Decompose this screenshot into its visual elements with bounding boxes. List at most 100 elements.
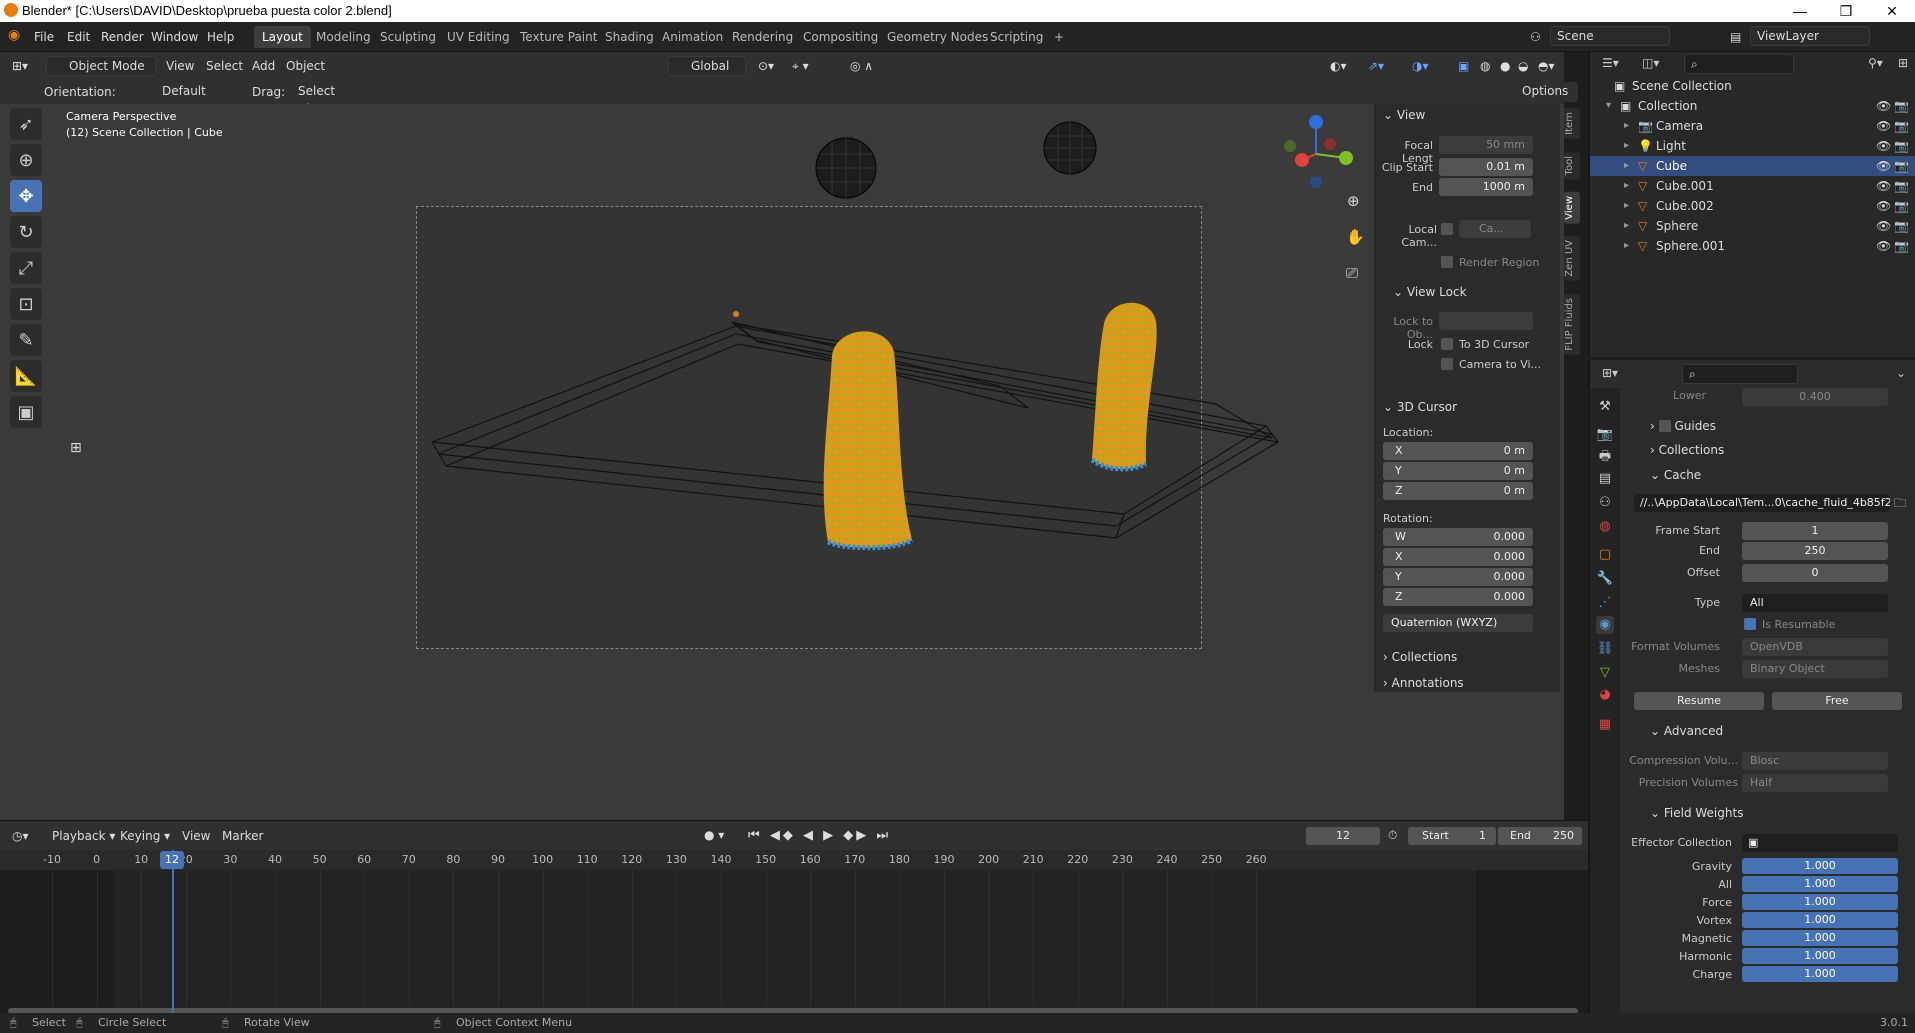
shading-solid-icon[interactable]: ● bbox=[1500, 59, 1510, 73]
cursor-rotation-y[interactable]: Y 0.000 bbox=[1383, 568, 1533, 586]
lock-3d-cursor-checkbox[interactable] bbox=[1441, 338, 1453, 350]
texture-tab-icon[interactable]: ▦ bbox=[1596, 716, 1614, 734]
minimize-button[interactable]: — bbox=[1777, 0, 1823, 22]
constraints-tab-icon[interactable]: ⛓ bbox=[1596, 640, 1614, 658]
outliner-item[interactable]: ▸ ▽ Cube.001 👁 📷 bbox=[1590, 176, 1915, 196]
cursor-rotation-w[interactable]: W 0.000 bbox=[1383, 528, 1533, 546]
guides-checkbox[interactable] bbox=[1658, 420, 1671, 432]
menu-timeline-view[interactable]: View bbox=[182, 829, 210, 843]
rotation-mode-selector[interactable]: Quaternion (WXYZ) bbox=[1383, 614, 1533, 632]
free-button[interactable]: Free bbox=[1772, 692, 1902, 710]
render-visibility-icon[interactable]: 📷 bbox=[1894, 176, 1909, 196]
view-layer-tab-icon[interactable]: ▤ bbox=[1596, 470, 1614, 488]
lower-field[interactable]: 0.400 bbox=[1742, 388, 1888, 406]
local-camera-field[interactable]: Ca... bbox=[1459, 220, 1531, 238]
tab-item[interactable]: Item bbox=[1564, 108, 1580, 139]
start-frame-field[interactable]: Start 1 bbox=[1408, 827, 1496, 845]
shading-rendered-icon[interactable]: ◓▾ bbox=[1538, 59, 1555, 73]
navigation-gizmo[interactable] bbox=[1284, 115, 1353, 188]
world-tab-icon[interactable]: ◍ bbox=[1596, 518, 1614, 536]
tab-view[interactable]: View bbox=[1564, 192, 1580, 224]
field-weight-slider[interactable]: 1.000 bbox=[1742, 930, 1898, 946]
render-visibility-icon[interactable]: 📷 bbox=[1894, 156, 1909, 176]
field-weight-slider[interactable]: 1.000 bbox=[1742, 912, 1898, 928]
offset-field[interactable]: 0 bbox=[1742, 564, 1888, 582]
frame-start-field[interactable]: 1 bbox=[1742, 522, 1888, 540]
pivot-point-icon[interactable]: ⊙▾ bbox=[758, 59, 774, 73]
close-window-button[interactable]: ✕ bbox=[1869, 0, 1915, 22]
tool-tab-icon[interactable]: ⚒ bbox=[1596, 398, 1614, 416]
expand-arrow-icon[interactable]: ▸ bbox=[1624, 116, 1629, 136]
mode-selector[interactable]: Object Mode bbox=[46, 56, 156, 76]
cursor-location-z[interactable]: Z 0 m bbox=[1383, 482, 1533, 500]
measure-tool-icon[interactable]: 📐 bbox=[10, 360, 42, 392]
render-visibility-icon[interactable]: 📷 bbox=[1894, 136, 1909, 156]
meshes-selector[interactable]: Binary Object bbox=[1742, 660, 1888, 678]
render-tab-icon[interactable]: 📷 bbox=[1596, 426, 1614, 444]
end-frame-field[interactable]: End 250 bbox=[1498, 827, 1582, 845]
render-visibility-icon[interactable]: 📷 bbox=[1894, 96, 1909, 116]
camera-to-view-checkbox[interactable] bbox=[1441, 358, 1453, 370]
collections-props-header[interactable]: › Collections bbox=[1650, 443, 1724, 457]
field-weight-slider[interactable]: 1.000 bbox=[1742, 966, 1898, 982]
view-lock-header[interactable]: ⌄ View Lock bbox=[1393, 285, 1467, 299]
snap-icon[interactable]: ⌖ ▾ bbox=[792, 59, 809, 74]
precision-selector[interactable]: Half bbox=[1742, 774, 1888, 792]
menu-view[interactable]: View bbox=[166, 59, 194, 73]
menu-window[interactable]: Window bbox=[151, 30, 198, 44]
scene-selector[interactable]: Scene bbox=[1550, 26, 1670, 46]
outliner-editor-icon[interactable]: ☰▾ bbox=[1602, 56, 1619, 70]
visibility-eye-icon[interactable]: 👁 bbox=[1876, 96, 1891, 116]
tab-modeling[interactable]: Modeling bbox=[308, 26, 379, 48]
cursor-location-y[interactable]: Y 0 m bbox=[1383, 462, 1533, 480]
outliner-item[interactable]: ▸ 💡 Light 👁 📷 bbox=[1590, 136, 1915, 156]
outliner-item[interactable]: ▸ ▽ Sphere 👁 📷 bbox=[1590, 216, 1915, 236]
tab-compositing[interactable]: Compositing bbox=[795, 26, 886, 48]
frame-end-field[interactable]: 250 bbox=[1742, 542, 1888, 560]
shading-wireframe-icon[interactable]: ◍ bbox=[1480, 59, 1490, 73]
options-button[interactable]: Options bbox=[1516, 82, 1578, 102]
compression-selector[interactable]: Blosc bbox=[1742, 752, 1888, 770]
menu-keying[interactable]: Keying ▾ bbox=[120, 829, 170, 843]
field-weights-section-header[interactable]: ⌄ Field Weights bbox=[1650, 806, 1743, 820]
3d-cursor-header[interactable]: ⌄ 3D Cursor bbox=[1383, 400, 1457, 414]
folder-icon[interactable]: 🗀 bbox=[1894, 494, 1906, 515]
field-weight-slider[interactable]: 1.000 bbox=[1742, 948, 1898, 964]
viewlayer-selector[interactable]: ViewLayer bbox=[1750, 26, 1870, 46]
outliner-item[interactable]: ▸ ▽ Cube.002 👁 📷 bbox=[1590, 196, 1915, 216]
collections-section-header[interactable]: › Collections bbox=[1383, 650, 1457, 664]
playhead-frame-badge[interactable]: 12 bbox=[160, 851, 184, 869]
annotations-section-header[interactable]: › Annotations bbox=[1383, 676, 1464, 690]
outliner-scene-collection[interactable]: ▣ Scene Collection bbox=[1590, 76, 1915, 96]
resume-button[interactable]: Resume bbox=[1634, 692, 1764, 710]
render-visibility-icon[interactable]: 📷 bbox=[1894, 116, 1909, 136]
timeline-area[interactable] bbox=[0, 870, 1588, 1014]
data-tab-icon[interactable]: ▽ bbox=[1596, 664, 1614, 682]
physics-tab-icon[interactable]: ◉ bbox=[1596, 616, 1614, 634]
expand-arrow-icon[interactable]: ▸ bbox=[1624, 156, 1629, 176]
menu-object[interactable]: Object bbox=[286, 59, 325, 73]
blender-menu-icon[interactable]: ◉ bbox=[8, 27, 20, 43]
tab-uv-editing[interactable]: UV Editing bbox=[439, 26, 518, 48]
clip-end-field[interactable]: 1000 m bbox=[1439, 178, 1533, 196]
select-tool-icon[interactable]: ➶ bbox=[10, 108, 42, 140]
menu-add[interactable]: Add bbox=[252, 59, 275, 73]
outliner-item[interactable]: ▸ 📷 Camera 👁 📷 bbox=[1590, 116, 1915, 136]
menu-playback[interactable]: Playback ▾ bbox=[52, 829, 115, 843]
playback-controls[interactable]: ⏮ ◀◆ ◀ ▶ ◆▶ ⏭ bbox=[748, 828, 891, 843]
local-camera-checkbox[interactable] bbox=[1441, 223, 1453, 235]
add-workspace-button[interactable]: + bbox=[1046, 26, 1072, 48]
tab-shading[interactable]: Shading bbox=[597, 26, 662, 48]
tab-flip-fluids[interactable]: FLIP Fluids bbox=[1564, 294, 1580, 355]
effector-collection-field[interactable]: ▣ bbox=[1742, 834, 1898, 852]
tab-sculpting[interactable]: Sculpting bbox=[372, 26, 444, 48]
pan-icon[interactable]: ✋ bbox=[1346, 228, 1365, 246]
field-weight-slider[interactable]: 1.000 bbox=[1742, 894, 1898, 910]
format-volumes-selector[interactable]: OpenVDB bbox=[1742, 638, 1888, 656]
xray-icon[interactable]: ▣ bbox=[1458, 59, 1469, 73]
expand-arrow-icon[interactable]: ▸ bbox=[1624, 176, 1629, 196]
output-tab-icon[interactable]: 🖶 bbox=[1596, 448, 1614, 466]
rotate-tool-icon[interactable]: ↻ bbox=[10, 216, 42, 248]
tab-zen-uv[interactable]: Zen UV bbox=[1564, 236, 1580, 281]
render-visibility-icon[interactable]: 📷 bbox=[1894, 216, 1909, 236]
